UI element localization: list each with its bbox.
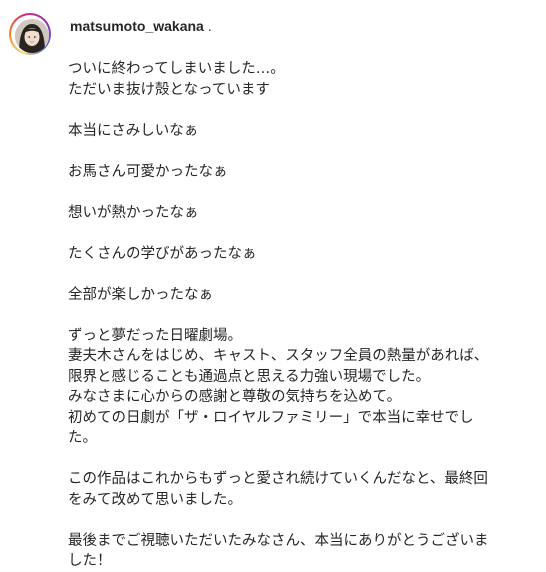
avatar[interactable] (15, 19, 49, 53)
story-ring[interactable] (9, 13, 51, 55)
caption-paragraph: 全部が楽しかったなぁ (68, 286, 213, 303)
caption: ついに終わってしまいました…。 ただいま抜け殻となっています 本当にさみしいなぁ… (68, 59, 538, 572)
caption-paragraph: 想いが熱かったなぁ (68, 204, 199, 221)
caption-paragraph: ついに終わってしまいました…。 ただいま抜け殻となっています (68, 61, 285, 98)
avatar-gap (11, 15, 49, 53)
profile-photo-icon (15, 19, 49, 53)
username-row: matsumoto_wakana. (70, 18, 212, 34)
caption-paragraph: たくさんの学びがあったなぁ (68, 245, 257, 262)
caption-paragraph: 最後までご視聴いただいたみなさん、本当にありがとうございま した！ (68, 532, 489, 570)
caption-paragraph: この作品はこれからもずっと愛され続けていくんだなと、最終回 をみて改めて思いまし… (68, 471, 488, 508)
caption-paragraph: 本当にさみしいなぁ (68, 122, 199, 139)
caption-paragraph: お馬さん可愛かったなぁ (68, 163, 228, 180)
username-separator: . (207, 18, 212, 34)
instagram-post: matsumoto_wakana. ついに終わってしまいました…。 ただいま抜け… (0, 0, 546, 569)
caption-paragraph: ずっと夢だった日曜劇場。 妻夫木さんをはじめ、キャスト、スタッフ全員の熱量があれ… (68, 327, 489, 447)
username-link[interactable]: matsumoto_wakana (70, 18, 204, 34)
